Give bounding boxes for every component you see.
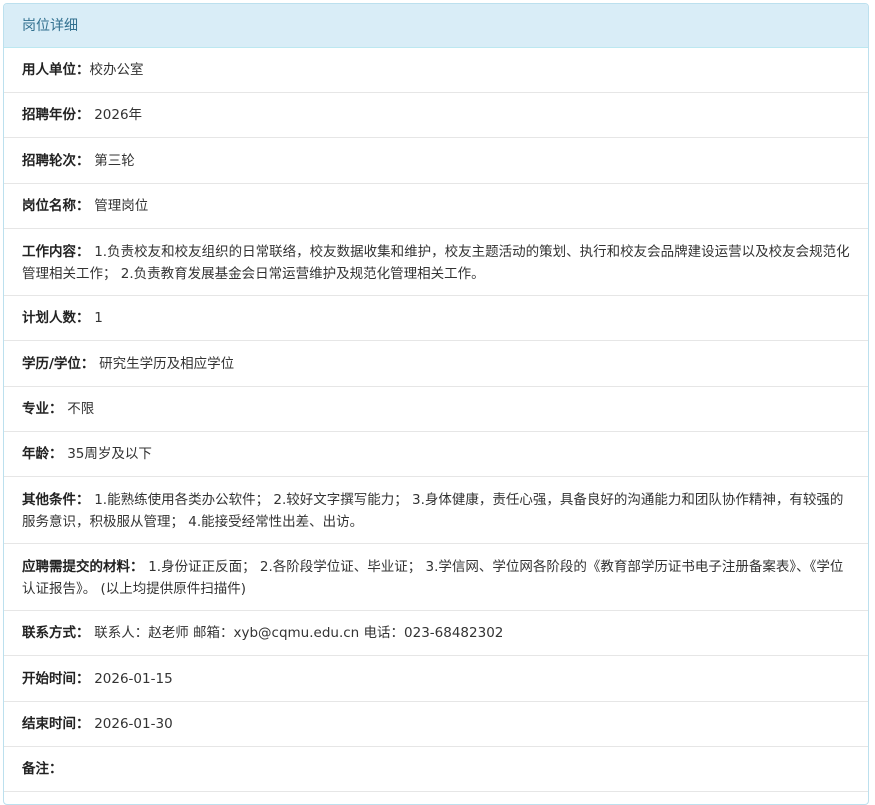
field-row-employer: 用人单位：校办公室 [4,48,868,93]
field-label: 应聘需提交的材料： [22,559,149,575]
field-label: 学历/学位： [22,355,100,372]
field-label: 岗位名称： [22,198,95,214]
field-row-education: 学历/学位： 研究生学历及相应学位 [4,341,868,387]
field-label: 年龄： [22,446,68,462]
field-value: 2026-01-30 [94,716,173,732]
field-label: 计划人数： [22,310,95,326]
field-label: 招聘年份： [22,107,95,123]
field-row-duties: 工作内容： 1.负责校友和校友组织的日常联络，校友数据收集和维护，校友主题活动的… [4,229,868,296]
field-value: 联系人：赵老师 邮箱：xyb@cqmu.edu.cn 电话：023-684823… [94,625,504,641]
field-label: 专业： [22,401,68,417]
field-row-other-conditions: 其他条件： 1.能熟练使用各类办公软件； 2.较好文字撰写能力； 3.身体健康，… [4,477,868,544]
field-label: 备注： [22,761,63,777]
field-label: 招聘轮次： [22,152,95,169]
field-value: 研究生学历及相应学位 [99,355,235,372]
field-label: 开始时间： [22,670,95,687]
field-row-remarks: 备注： [4,747,868,792]
field-row-materials: 应聘需提交的材料： 1.身份证正反面； 2.各阶段学位证、毕业证； 3.学信网、… [4,544,868,611]
field-label: 用人单位： [22,62,90,78]
field-row-end-time: 结束时间： 2026-01-30 [4,702,868,747]
field-value: 1.负责校友和校友组织的日常联络，校友数据收集和维护，校友主题活动的策划、执行和… [22,244,850,282]
field-row-year: 招聘年份： 2026年 [4,93,868,138]
panel-title: 岗位详细 [4,4,868,48]
field-row-contact: 联系方式： 联系人：赵老师 邮箱：xyb@cqmu.edu.cn 电话：023-… [4,611,868,656]
field-row-major: 专业： 不限 [4,387,868,432]
field-value: 管理岗位 [94,198,149,214]
field-row-age: 年龄： 35周岁及以下 [4,432,868,477]
field-label: 其他条件： [22,492,95,508]
field-label: 联系方式： [22,625,95,641]
field-row-start-time: 开始时间： 2026-01-15 [4,656,868,702]
field-value: 1 [94,310,103,326]
field-label: 工作内容： [22,244,95,260]
field-value: 不限 [67,401,95,417]
field-row-headcount: 计划人数： 1 [4,296,868,341]
field-row-position: 岗位名称： 管理岗位 [4,184,868,229]
field-value: 35周岁及以下 [67,446,152,462]
field-value: 2026年 [94,107,143,123]
job-detail-panel: 岗位详细 用人单位：校办公室 招聘年份： 2026年 招聘轮次： 第三轮 岗位名… [3,3,869,805]
field-value: 第三轮 [94,152,135,169]
field-value: 校办公室 [89,62,144,78]
field-value: 2026-01-15 [94,670,173,687]
field-row-round: 招聘轮次： 第三轮 [4,138,868,184]
field-label: 结束时间： [22,716,95,732]
field-value: 1.能熟练使用各类办公软件； 2.较好文字撰写能力； 3.身体健康，责任心强，具… [22,492,844,530]
